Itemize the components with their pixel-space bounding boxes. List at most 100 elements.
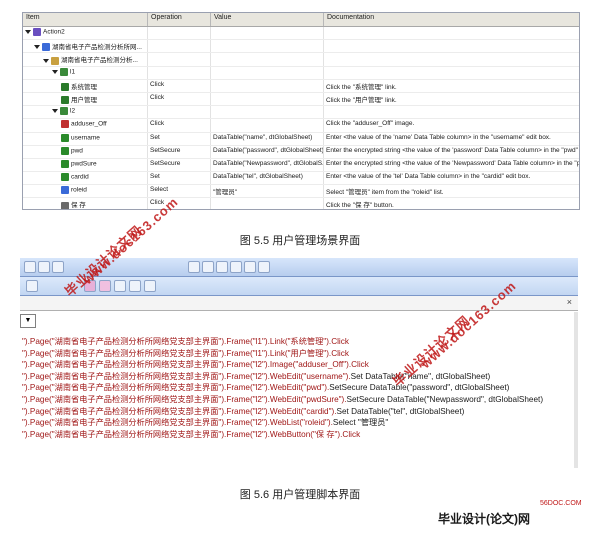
toolbar-button[interactable]: [230, 261, 242, 273]
table-row[interactable]: 保 存 Click Click the "保 存" button.: [23, 198, 579, 209]
item-cell[interactable]: 湖南省电子产品检测分析所网...: [23, 40, 148, 53]
script-line[interactable]: ").Page("湖南省电子产品检测分析所网络党支部主界面").Frame("l…: [22, 394, 578, 406]
table-row[interactable]: 湖南省电子产品检测分析所网...: [23, 40, 579, 54]
item-cell[interactable]: pwdSure: [23, 158, 148, 172]
table-row[interactable]: 用户管理 Click Click the "用户管理" link.: [23, 92, 579, 107]
toolbar-button[interactable]: [52, 261, 64, 273]
documentation-cell[interactable]: Click the "系统管理" link.: [324, 80, 579, 92]
table-row[interactable]: roleid Select "管理员" Select "管理员" item from …: [23, 185, 579, 199]
table-row[interactable]: pwd SetSecure DataTable("password", dtGlob…: [23, 145, 579, 159]
script-line[interactable]: ").Page("湖南省电子产品检测分析所网络党支部主界面").Frame("l…: [22, 336, 578, 348]
value-cell[interactable]: DataTable("password", dtGlobalSheet): [211, 145, 324, 158]
item-cell[interactable]: l1: [23, 66, 148, 79]
script-line[interactable]: ").Page("湖南省电子产品检测分析所网络党支部主界面").Frame("l…: [22, 371, 578, 383]
documentation-cell[interactable]: Enter the encrypted string <the value of…: [324, 146, 579, 158]
documentation-cell[interactable]: [324, 67, 579, 79]
expand-toggle-icon[interactable]: [52, 69, 58, 74]
documentation-cell[interactable]: Click the "保 存" button.: [324, 198, 579, 209]
documentation-cell[interactable]: Click the "用户管理" link.: [324, 93, 579, 105]
expand-toggle-icon[interactable]: [52, 109, 58, 114]
script-line[interactable]: ").Page("湖南省电子产品检测分析所网络党支部主界面").Frame("l…: [22, 429, 578, 441]
script-line[interactable]: ").Page("湖南省电子产品检测分析所网络党支部主界面").Frame("l…: [22, 417, 578, 429]
item-cell[interactable]: l2: [23, 106, 148, 119]
documentation-cell[interactable]: [324, 106, 579, 118]
table-row[interactable]: adduser_Off Click Click the "adduser_Off" …: [23, 119, 579, 133]
item-cell[interactable]: 湖南省电子产品检测分析...: [23, 53, 148, 66]
expand-toggle-icon[interactable]: [43, 58, 49, 63]
item-cell[interactable]: 保 存: [23, 198, 148, 209]
table-row[interactable]: 湖南省电子产品检测分析...: [23, 53, 579, 67]
toolbar-button[interactable]: [129, 280, 141, 292]
toolbar-button[interactable]: [216, 261, 228, 273]
scrollbar[interactable]: [574, 312, 578, 468]
toolbar-button[interactable]: [144, 280, 156, 292]
operation-cell[interactable]: [148, 27, 211, 40]
value-cell[interactable]: [211, 92, 324, 106]
table-row[interactable]: 系统管理 Click Click the "系统管理" link.: [23, 79, 579, 93]
toolbar-button[interactable]: [188, 261, 200, 273]
operation-cell[interactable]: Click: [148, 92, 211, 106]
script-line[interactable]: ").Page("湖南省电子产品检测分析所网络党支部主界面").Frame("l…: [22, 406, 578, 418]
item-cell[interactable]: Action2: [23, 27, 148, 40]
value-cell[interactable]: DataTable("name", dtGlobalSheet): [211, 132, 324, 145]
documentation-cell[interactable]: Enter the encrypted string <the value of…: [324, 159, 579, 171]
toolbar-button[interactable]: [202, 261, 214, 273]
documentation-cell[interactable]: [324, 27, 579, 39]
item-cell[interactable]: cardid: [23, 172, 148, 185]
item-cell[interactable]: adduser_Off: [23, 119, 148, 132]
operation-cell[interactable]: [148, 106, 211, 119]
table-row[interactable]: Action2: [23, 27, 579, 41]
column-header-documentation[interactable]: Documentation: [324, 13, 579, 26]
column-header-item[interactable]: Item: [23, 13, 148, 26]
item-cell[interactable]: 用户管理: [23, 92, 148, 106]
expand-toggle-icon[interactable]: [25, 30, 31, 34]
value-cell[interactable]: [211, 53, 324, 66]
toolbar-button[interactable]: [258, 261, 270, 273]
documentation-cell[interactable]: [324, 40, 579, 52]
toolbar-button[interactable]: [26, 280, 38, 292]
operation-cell[interactable]: [148, 66, 211, 79]
operation-cell[interactable]: SetSecure: [148, 158, 211, 172]
close-icon[interactable]: ×: [567, 297, 572, 307]
table-row[interactable]: cardid Set DataTable("tel", dtGlobalSheet)…: [23, 172, 579, 186]
item-cell[interactable]: 系统管理: [23, 79, 148, 92]
value-cell[interactable]: [211, 198, 324, 209]
item-cell[interactable]: pwd: [23, 145, 148, 158]
documentation-cell[interactable]: Select "管理员" item from the "roleid" list…: [324, 185, 579, 197]
toolbar-button[interactable]: [24, 261, 36, 273]
value-cell[interactable]: DataTable("tel", dtGlobalSheet): [211, 172, 324, 185]
operation-cell[interactable]: Set: [148, 172, 211, 185]
toolbar-button[interactable]: [244, 261, 256, 273]
toolbar-button[interactable]: [99, 280, 111, 292]
value-cell[interactable]: [211, 106, 324, 119]
value-cell[interactable]: [211, 79, 324, 92]
object-dropdown[interactable]: ▼: [20, 314, 36, 328]
table-row[interactable]: username Set DataTable("name", dtGlobalShe…: [23, 132, 579, 146]
expand-toggle-icon[interactable]: [34, 45, 40, 50]
value-cell[interactable]: [211, 40, 324, 53]
script-line[interactable]: ").Page("湖南省电子产品检测分析所网络党支部主界面").Frame("l…: [22, 348, 578, 360]
table-row[interactable]: l2: [23, 106, 579, 120]
operation-cell[interactable]: Set: [148, 132, 211, 145]
item-cell[interactable]: roleid: [23, 185, 148, 198]
documentation-cell[interactable]: Click the "adduser_Off" image.: [324, 119, 579, 131]
value-cell[interactable]: [211, 66, 324, 79]
documentation-cell[interactable]: [324, 53, 579, 65]
value-cell[interactable]: DataTable("Newpassword", dtGlobalS...: [211, 158, 324, 172]
value-cell[interactable]: [211, 119, 324, 132]
item-cell[interactable]: username: [23, 132, 148, 145]
script-editor[interactable]: ").Page("湖南省电子产品检测分析所网络党支部主界面").Frame("l…: [22, 336, 578, 440]
operation-cell[interactable]: [148, 53, 211, 66]
value-cell[interactable]: "管理员": [211, 185, 324, 198]
toolbar-button[interactable]: [114, 280, 126, 292]
documentation-cell[interactable]: Enter <the value of the 'name' Data Tabl…: [324, 133, 579, 145]
table-row[interactable]: pwdSure SetSecure DataTable("Newpassword",…: [23, 158, 579, 173]
script-line[interactable]: ").Page("湖南省电子产品检测分析所网络党支部主界面").Frame("l…: [22, 382, 578, 394]
operation-cell[interactable]: Select: [148, 185, 211, 198]
toolbar-button[interactable]: [38, 261, 50, 273]
value-cell[interactable]: [211, 27, 324, 40]
column-header-value[interactable]: Value: [211, 13, 324, 26]
table-row[interactable]: l1: [23, 66, 579, 80]
operation-cell[interactable]: Click: [148, 119, 211, 132]
documentation-cell[interactable]: Enter <the value of the 'tel' Data Table…: [324, 172, 579, 184]
